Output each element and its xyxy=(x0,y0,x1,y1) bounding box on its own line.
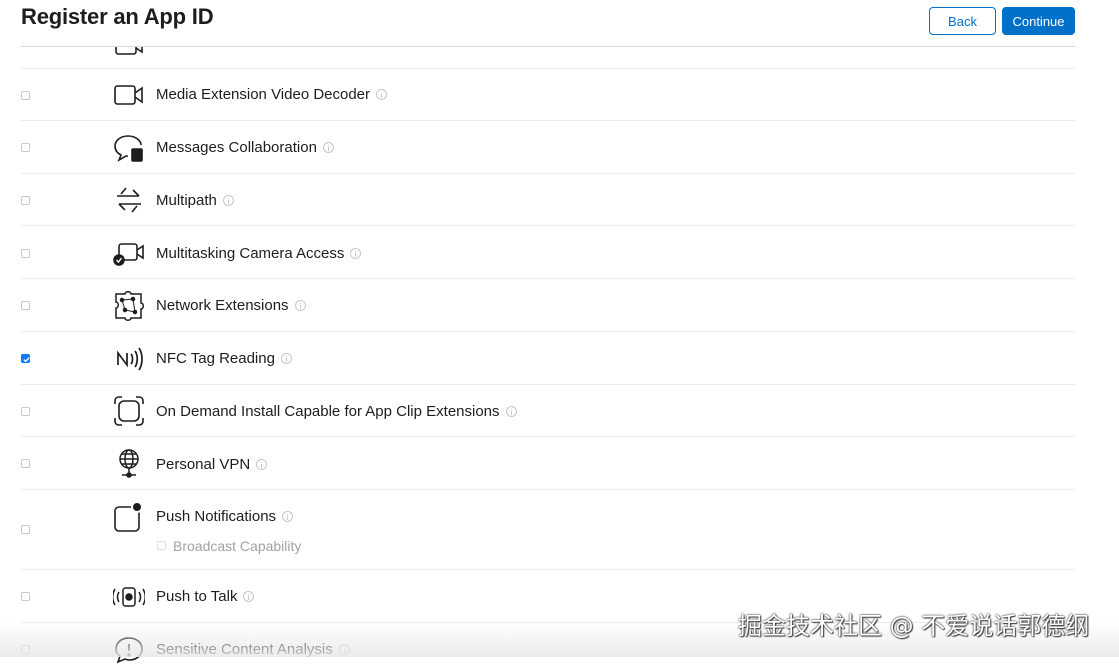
capability-label: Multipath xyxy=(156,192,234,209)
capability-row[interactable]: On Demand Install Capable for App Clip E… xyxy=(21,384,1075,437)
broadcast-capability-checkbox[interactable] xyxy=(157,541,166,550)
capability-label: Media Extension Video Decoder xyxy=(156,86,388,103)
capability-checkbox[interactable] xyxy=(21,91,30,100)
info-icon[interactable] xyxy=(338,644,350,655)
capability-label: NFC Tag Reading xyxy=(156,350,292,367)
camera-check-icon xyxy=(113,237,145,269)
info-icon[interactable] xyxy=(294,300,306,311)
page-header: Register an App ID Back Continue xyxy=(0,0,1119,47)
capability-row[interactable]: Network Extensions xyxy=(21,278,1075,332)
info-icon[interactable] xyxy=(282,511,294,522)
network-puzzle-icon xyxy=(113,290,145,322)
capability-checkbox[interactable] xyxy=(21,196,30,205)
watermark-text: 掘金技术社区 @ 不爱说话郭德纲 xyxy=(738,612,1090,640)
capability-row[interactable]: NFC Tag Reading xyxy=(21,331,1075,385)
capability-label: Personal VPN xyxy=(156,456,268,473)
app-clip-icon xyxy=(113,395,145,427)
info-icon[interactable] xyxy=(505,406,517,417)
capability-checkbox[interactable] xyxy=(21,354,30,363)
info-icon[interactable] xyxy=(243,591,255,602)
capability-row[interactable]: Multitasking Camera Access xyxy=(21,225,1075,279)
page-title: Register an App ID xyxy=(21,4,214,29)
continue-button[interactable]: Continue xyxy=(1002,7,1075,35)
capability-row[interactable]: Media Extension Video Decoder xyxy=(21,68,1075,121)
video-camera-icon xyxy=(113,79,145,111)
capability-checkbox[interactable] xyxy=(21,407,30,416)
capability-label: Push Notifications xyxy=(156,508,294,525)
capability-checkbox[interactable] xyxy=(21,143,30,152)
globe-vpn-icon xyxy=(113,447,145,479)
capability-checkbox[interactable] xyxy=(21,645,30,654)
capability-label: On Demand Install Capable for App Clip E… xyxy=(156,403,517,420)
push-notification-icon xyxy=(113,501,145,533)
capability-row[interactable]: Personal VPN xyxy=(21,436,1075,490)
info-icon[interactable] xyxy=(280,353,292,364)
capability-row[interactable]: Push Notifications Broadcast Capability xyxy=(21,489,1075,570)
capability-checkbox[interactable] xyxy=(21,525,30,534)
info-icon[interactable] xyxy=(322,142,334,153)
nfc-icon xyxy=(113,343,145,375)
capability-label: Sensitive Content Analysis xyxy=(156,641,350,658)
info-icon[interactable] xyxy=(256,459,268,470)
walkie-talkie-icon xyxy=(113,581,145,613)
capability-checkbox[interactable] xyxy=(21,592,30,601)
capability-label: Network Extensions xyxy=(156,297,306,314)
capability-checkbox[interactable] xyxy=(21,249,30,258)
arrows-exchange-icon xyxy=(113,184,145,216)
capability-row[interactable]: Multipath xyxy=(21,173,1075,226)
capability-label: Push to Talk xyxy=(156,588,255,605)
capability-label: Messages Collaboration xyxy=(156,139,334,156)
broadcast-capability-label: Broadcast Capability xyxy=(173,538,302,554)
back-button[interactable]: Back xyxy=(929,7,996,35)
info-icon[interactable] xyxy=(350,248,362,259)
info-icon[interactable] xyxy=(376,89,388,100)
alert-bubble-icon xyxy=(113,634,145,666)
message-bubble-icon xyxy=(113,132,145,164)
capability-label: Multitasking Camera Access xyxy=(156,245,362,262)
capability-row[interactable]: Messages Collaboration xyxy=(21,120,1075,174)
capability-checkbox[interactable] xyxy=(21,459,30,468)
info-icon[interactable] xyxy=(222,195,234,206)
capabilities-list: Media Extension Video Decoder Messages C… xyxy=(0,0,1119,664)
capability-checkbox[interactable] xyxy=(21,301,30,310)
